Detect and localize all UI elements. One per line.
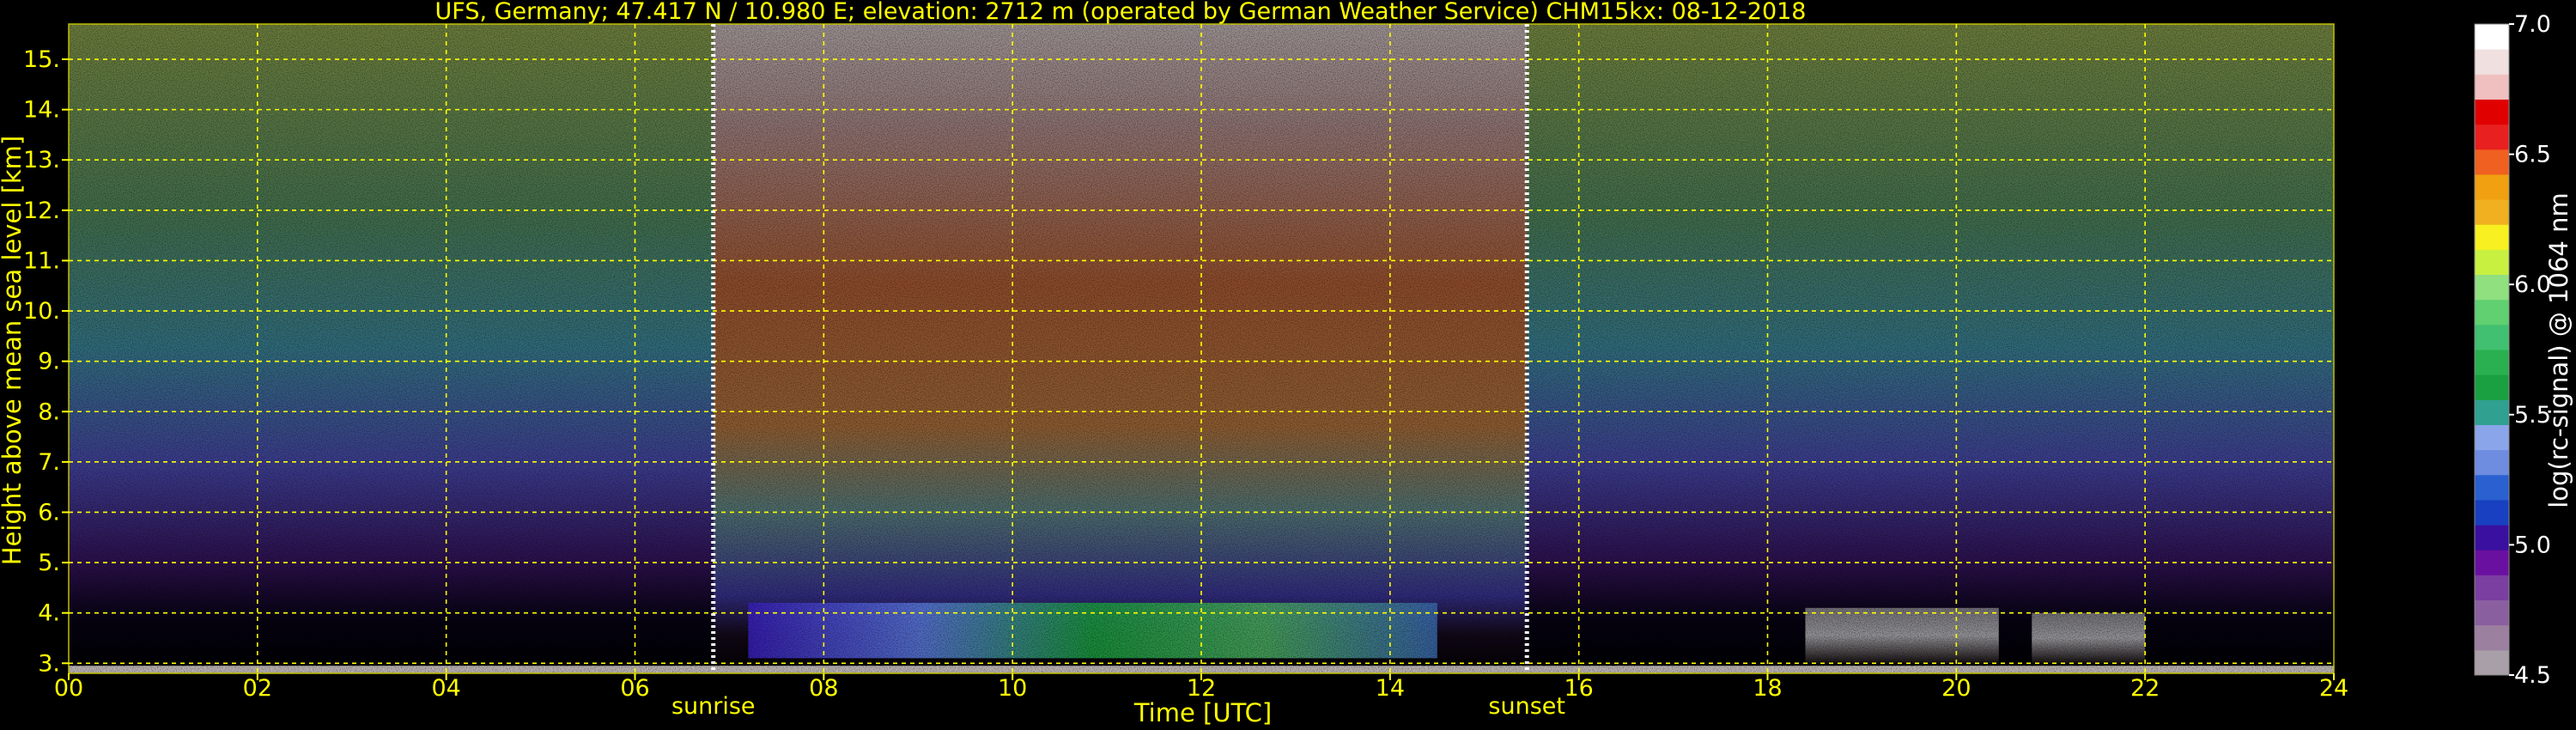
x-tick-label: 00 bbox=[54, 675, 83, 702]
colorbar-swatch bbox=[2475, 99, 2509, 125]
colorbar-swatch bbox=[2475, 649, 2509, 676]
colorbar-tick-label: 4.5 bbox=[2514, 662, 2551, 689]
y-tick-label: 5. bbox=[38, 550, 60, 576]
colorbar-swatch bbox=[2475, 525, 2509, 551]
colorbar-swatch bbox=[2475, 249, 2509, 276]
colorbar-swatch bbox=[2475, 350, 2509, 375]
colorbar-label: log(rc-signal) @ 1064 nm bbox=[2544, 192, 2573, 508]
sunset-label: sunset bbox=[1488, 693, 1565, 720]
colorbar-swatch bbox=[2475, 474, 2509, 501]
x-tick-label: 22 bbox=[2130, 675, 2160, 702]
colorbar-swatch bbox=[2475, 499, 2509, 526]
colorbar: 4.55.05.56.06.57.0 bbox=[2474, 11, 2551, 689]
x-tick-label: 18 bbox=[1753, 675, 1782, 702]
x-tick-label: 10 bbox=[998, 675, 1027, 702]
y-tick-label: 14. bbox=[23, 97, 60, 124]
y-tick-label: 12. bbox=[23, 198, 60, 224]
colorbar-swatch bbox=[2475, 399, 2509, 425]
y-axis: 3. 4. 5. 6. 7. 8. 9. 10. 11. 12. 13. 14. 15. bbox=[23, 46, 69, 677]
y-tick-label: 11. bbox=[23, 247, 60, 274]
colorbar-swatch bbox=[2475, 299, 2509, 325]
colorbar-swatch bbox=[2475, 224, 2509, 250]
x-tick-label: 24 bbox=[2319, 675, 2348, 702]
x-tick-label: 04 bbox=[431, 675, 460, 702]
y-tick-label: 9. bbox=[38, 349, 60, 375]
x-tick-label: 08 bbox=[809, 675, 838, 702]
colorbar-swatch bbox=[2475, 74, 2509, 100]
colorbar-swatch bbox=[2475, 449, 2509, 476]
colorbar-swatch bbox=[2475, 149, 2509, 175]
colorbar-swatch bbox=[2475, 199, 2509, 225]
y-tick-label: 13. bbox=[23, 147, 60, 173]
colorbar-swatch bbox=[2475, 374, 2509, 400]
colorbar-swatch bbox=[2475, 173, 2509, 200]
sunrise-label: sunrise bbox=[671, 693, 756, 720]
colorbar-tick-label: 7.0 bbox=[2514, 11, 2551, 38]
y-axis-label: Height above mean sea level [km] bbox=[0, 136, 27, 565]
x-tick-label: 06 bbox=[620, 675, 649, 702]
colorbar-swatch bbox=[2475, 575, 2509, 601]
colorbar-swatch bbox=[2475, 424, 2509, 451]
colorbar-swatch bbox=[2475, 49, 2509, 75]
colorbar-tick-label: 5.0 bbox=[2514, 532, 2551, 558]
y-tick-label: 7. bbox=[38, 449, 60, 476]
x-tick-label: 20 bbox=[1941, 675, 1971, 702]
colorbar-swatch bbox=[2475, 550, 2509, 575]
y-tick-label: 8. bbox=[38, 398, 60, 425]
colorbar-swatch bbox=[2475, 324, 2509, 350]
colorbar-swatch bbox=[2475, 24, 2509, 50]
y-tick-label: 15. bbox=[23, 46, 60, 73]
y-tick-label: 4. bbox=[38, 600, 60, 627]
y-tick-label: 10. bbox=[23, 298, 60, 325]
x-tick-label: 16 bbox=[1564, 675, 1593, 702]
y-tick-label: 6. bbox=[38, 499, 60, 526]
x-tick-label: 14 bbox=[1376, 675, 1405, 702]
chart-title: UFS, Germany; 47.417 N / 10.980 E; eleva… bbox=[435, 0, 1807, 25]
ceilometer-chart: UFS, Germany; 47.417 N / 10.980 E; eleva… bbox=[0, 0, 2573, 727]
colorbar-swatch bbox=[2475, 624, 2509, 651]
colorbar-swatch bbox=[2475, 124, 2509, 150]
y-tick-label: 3. bbox=[38, 650, 60, 677]
colorbar-swatch bbox=[2475, 599, 2509, 626]
x-axis-label: Time [UTC] bbox=[1133, 698, 1272, 727]
colorbar-swatch bbox=[2475, 274, 2509, 301]
colorbar-tick-label: 6.5 bbox=[2514, 142, 2551, 168]
x-tick-label: 02 bbox=[243, 675, 272, 702]
